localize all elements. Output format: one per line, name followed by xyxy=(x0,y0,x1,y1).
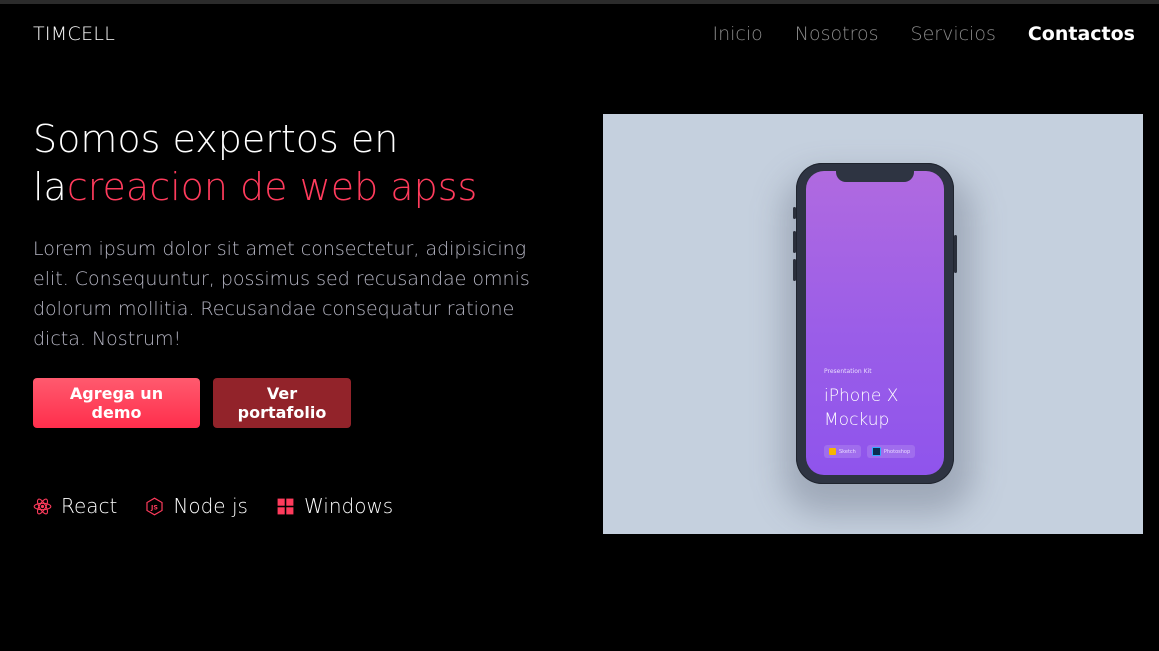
tech-label-react: React xyxy=(61,494,118,518)
phone-side-button xyxy=(793,231,796,253)
kit-tags: Sketch Photoshop xyxy=(824,445,916,458)
tech-label-windows: Windows xyxy=(303,494,394,518)
sketch-icon xyxy=(829,448,836,455)
view-portfolio-button[interactable]: Ver portafolio xyxy=(213,378,351,428)
kit-tag-label: Photoshop xyxy=(883,448,911,455)
kit-tag-sketch: Sketch xyxy=(824,445,861,458)
tech-item-nodejs: JS Node js xyxy=(145,494,248,518)
kit-title: iPhone X Mockup xyxy=(824,386,899,430)
phone-screen: Presentation Kit iPhone X Mockup Sketch … xyxy=(806,171,944,475)
iphone-device: Presentation Kit iPhone X Mockup Sketch … xyxy=(793,163,957,484)
tech-list: React JS Node js Windows xyxy=(33,494,393,518)
nav-item-inicio[interactable]: Inicio xyxy=(713,23,763,45)
kit-tag-label: Sketch xyxy=(839,448,856,455)
hero-title-prefix: la xyxy=(33,165,67,209)
hero-title: Somos expertos en lacreacion de web apss xyxy=(33,115,593,211)
tech-item-react: React xyxy=(33,494,117,518)
hero-description: Lorem ipsum dolor sit amet consectetur, … xyxy=(33,238,530,350)
site-header: TIMCELL Inicio Nosotros Servicios Contac… xyxy=(0,4,1159,64)
phone-side-button xyxy=(793,207,796,219)
tech-label-nodejs: Node js xyxy=(173,494,248,518)
tech-item-windows: Windows xyxy=(276,494,393,518)
windows-icon xyxy=(277,498,294,514)
iphone-mockup-image: Presentation Kit iPhone X Mockup Sketch … xyxy=(603,114,1143,534)
logo[interactable]: TIMCELL xyxy=(33,23,115,45)
photoshop-icon xyxy=(871,447,881,456)
nav-item-servicios[interactable]: Servicios xyxy=(911,23,996,45)
main-nav: Inicio Nosotros Servicios Contactos xyxy=(713,23,1136,45)
nav-item-nosotros[interactable]: Nosotros xyxy=(795,23,879,45)
react-icon xyxy=(33,498,52,514)
phone-power-button xyxy=(954,235,957,273)
hero-title-accent: creacion de web apss xyxy=(66,165,478,209)
hero-title-line1: Somos expertos en xyxy=(33,117,399,161)
nav-item-contactos[interactable]: Contactos xyxy=(1028,23,1135,45)
kit-tag-photoshop: Photoshop xyxy=(866,445,916,458)
svg-text:JS: JS xyxy=(150,504,158,511)
add-demo-button[interactable]: Agrega un demo xyxy=(33,378,200,428)
kit-label: Presentation Kit xyxy=(824,368,872,375)
phone-notch xyxy=(836,171,914,182)
phone-side-button xyxy=(793,259,796,281)
nodejs-icon: JS xyxy=(146,497,164,515)
